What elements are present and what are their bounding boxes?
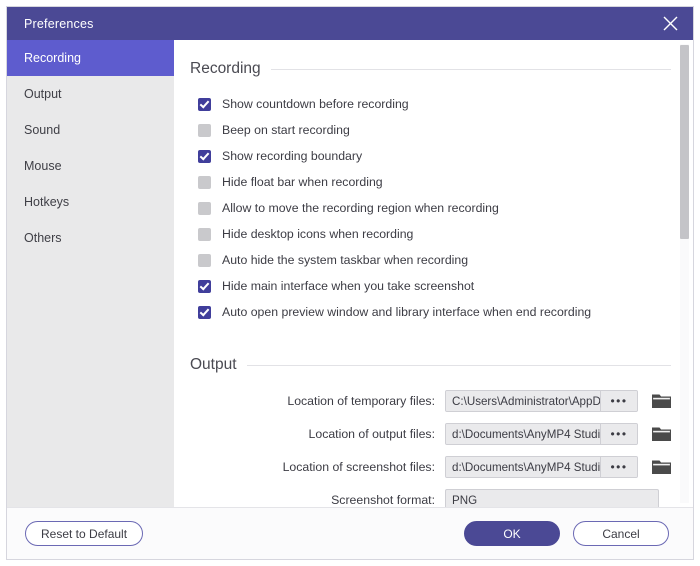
sidebar-item-label: Output: [24, 87, 62, 101]
checkbox-checked-icon[interactable]: [198, 305, 211, 319]
sidebar-item-hotkeys[interactable]: Hotkeys: [7, 184, 174, 220]
field-row-temporary-files: Location of temporary files: C:\Users\Ad…: [190, 388, 671, 414]
scrollbar-thumb[interactable]: [680, 45, 689, 239]
field-label: Location of screenshot files:: [282, 460, 435, 474]
field-label: Location of temporary files:: [287, 394, 435, 408]
window-title: Preferences: [24, 16, 94, 31]
sidebar-item-label: Others: [24, 231, 62, 245]
screenshot-format-value: PNG: [452, 493, 478, 507]
reset-to-default-button[interactable]: Reset to Default: [25, 521, 144, 546]
title-bar: Preferences: [7, 7, 693, 40]
checkbox-checked-icon[interactable]: [198, 97, 211, 111]
sidebar-nav: Recording Output Sound Mouse Hotkeys Oth…: [7, 40, 174, 507]
output-fields-list: Location of temporary files: C:\Users\Ad…: [190, 374, 671, 507]
sidebar-item-others[interactable]: Others: [7, 220, 174, 256]
section-divider: [270, 68, 671, 70]
temporary-files-path-control: C:\Users\Administrator\AppData\Lo •••: [445, 390, 638, 412]
option-beep-on-start[interactable]: Beep on start recording: [190, 117, 671, 143]
option-label: Show recording boundary: [222, 149, 363, 163]
option-auto-hide-taskbar[interactable]: Auto hide the system taskbar when record…: [190, 247, 671, 273]
screenshot-format-select[interactable]: PNG: [445, 489, 659, 507]
option-hide-main-interface[interactable]: Hide main interface when you take screen…: [190, 273, 671, 299]
option-label: Hide main interface when you take screen…: [222, 279, 475, 293]
option-label: Allow to move the recording region when …: [222, 201, 499, 215]
recording-options-list: Show countdown before recording Beep on …: [190, 78, 671, 325]
section-divider: [246, 364, 671, 366]
section-title: Recording: [190, 60, 261, 77]
folder-icon[interactable]: [652, 426, 671, 442]
ok-button[interactable]: OK: [464, 521, 560, 546]
option-label: Show countdown before recording: [222, 97, 409, 111]
option-hide-float-bar[interactable]: Hide float bar when recording: [190, 169, 671, 195]
field-row-output-files: Location of output files: d:\Documents\A…: [190, 421, 671, 447]
field-label: Screenshot format:: [331, 493, 435, 507]
sidebar-item-label: Sound: [24, 123, 61, 137]
browse-output-files-button[interactable]: •••: [600, 424, 637, 444]
checkbox-unchecked-icon[interactable]: [198, 227, 211, 241]
option-label: Auto hide the system taskbar when record…: [222, 253, 469, 267]
sidebar-item-output[interactable]: Output: [7, 76, 174, 112]
option-auto-open-preview[interactable]: Auto open preview window and library int…: [190, 299, 671, 325]
footer-actions: OK Cancel: [464, 521, 669, 546]
settings-content-panel: Recording Show countdown before recordin…: [174, 40, 693, 507]
option-label: Hide desktop icons when recording: [222, 227, 414, 241]
section-title: Output: [190, 356, 237, 373]
folder-icon[interactable]: [652, 393, 671, 409]
checkbox-unchecked-icon[interactable]: [198, 253, 211, 267]
checkbox-checked-icon[interactable]: [198, 149, 211, 163]
section-header-recording: Recording: [190, 40, 671, 78]
sidebar-item-label: Recording: [24, 51, 81, 65]
temporary-files-path-input[interactable]: C:\Users\Administrator\AppData\Lo: [446, 391, 600, 411]
checkbox-unchecked-icon[interactable]: [198, 123, 211, 137]
browse-temporary-files-button[interactable]: •••: [600, 391, 637, 411]
option-label: Beep on start recording: [222, 123, 350, 137]
sidebar-item-sound[interactable]: Sound: [7, 112, 174, 148]
dialog-footer: Reset to Default OK Cancel: [7, 507, 693, 559]
close-button[interactable]: [647, 7, 693, 40]
field-row-screenshot-files: Location of screenshot files: d:\Documen…: [190, 454, 671, 480]
option-label: Auto open preview window and library int…: [222, 305, 592, 319]
section-header-output: Output: [190, 325, 671, 374]
preferences-window: Preferences Recording Output Sound Mouse…: [6, 6, 694, 560]
option-show-countdown[interactable]: Show countdown before recording: [190, 91, 671, 117]
field-row-screenshot-format: Screenshot format: PNG: [190, 487, 671, 507]
sidebar-item-label: Hotkeys: [24, 195, 70, 209]
settings-scroll-content: Recording Show countdown before recordin…: [174, 40, 693, 507]
option-hide-desktop-icons[interactable]: Hide desktop icons when recording: [190, 221, 671, 247]
cancel-button[interactable]: Cancel: [573, 521, 669, 546]
sidebar-item-label: Mouse: [24, 159, 62, 173]
checkbox-checked-icon[interactable]: [198, 279, 211, 293]
field-label: Location of output files:: [308, 427, 435, 441]
window-body: Recording Output Sound Mouse Hotkeys Oth…: [7, 40, 693, 507]
sidebar-item-recording[interactable]: Recording: [7, 40, 174, 76]
option-allow-move-region[interactable]: Allow to move the recording region when …: [190, 195, 671, 221]
checkbox-unchecked-icon[interactable]: [198, 201, 211, 215]
screenshot-files-path-input[interactable]: d:\Documents\AnyMP4 Studio\Snap: [446, 457, 600, 477]
folder-icon[interactable]: [652, 459, 671, 475]
output-files-path-control: d:\Documents\AnyMP4 Studio •••: [445, 423, 638, 445]
sidebar-item-mouse[interactable]: Mouse: [7, 148, 174, 184]
browse-screenshot-files-button[interactable]: •••: [600, 457, 637, 477]
option-show-recording-boundary[interactable]: Show recording boundary: [190, 143, 671, 169]
close-icon: [663, 16, 678, 31]
option-label: Hide float bar when recording: [222, 175, 383, 189]
screenshot-files-path-control: d:\Documents\AnyMP4 Studio\Snap •••: [445, 456, 638, 478]
output-files-path-input[interactable]: d:\Documents\AnyMP4 Studio: [446, 424, 600, 444]
checkbox-unchecked-icon[interactable]: [198, 175, 211, 189]
